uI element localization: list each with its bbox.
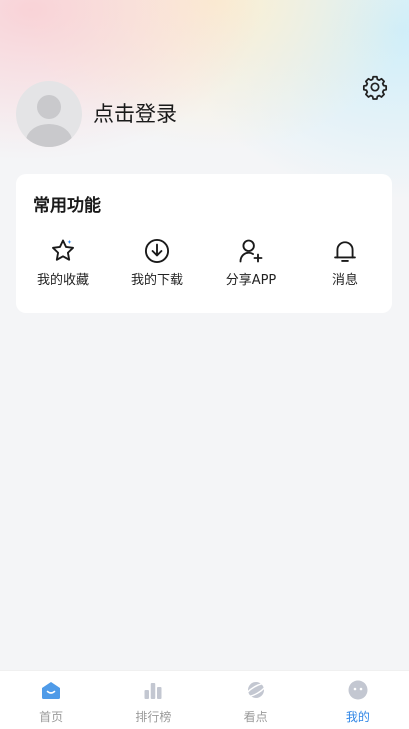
- card-title: 常用功能: [33, 196, 101, 216]
- feature-list: 我的收藏 我的下载 分享APP 消息: [16, 236, 392, 290]
- add-user-icon: [239, 239, 263, 263]
- tab-label: 排行榜: [135, 710, 172, 724]
- settings-button[interactable]: [360, 72, 390, 102]
- bell-icon: [334, 241, 356, 262]
- messages-button[interactable]: 消息: [298, 236, 392, 290]
- tab-highlights[interactable]: 看点: [205, 671, 307, 729]
- bottom-tab-bar: 首页 排行榜 看点 我的: [0, 670, 409, 729]
- share-app-button[interactable]: 分享APP: [204, 236, 298, 290]
- login-link[interactable]: 点击登录: [93, 100, 177, 128]
- feature-label: 分享APP: [225, 273, 277, 288]
- tab-label: 看点: [243, 710, 268, 724]
- face-icon: [348, 680, 368, 700]
- home-icon: [42, 682, 61, 699]
- feature-label: 消息: [331, 273, 358, 288]
- default-avatar-icon: [26, 95, 72, 147]
- avatar[interactable]: [16, 81, 82, 147]
- star-icon: [52, 239, 74, 261]
- common-functions-card: 常用功能 我的收藏 我的下载 分享APP 消息: [16, 174, 392, 313]
- feature-label: 我的下载: [130, 273, 183, 288]
- tab-mine[interactable]: 我的: [307, 671, 409, 729]
- favorites-button[interactable]: 我的收藏: [16, 236, 110, 290]
- downloads-button[interactable]: 我的下载: [110, 236, 204, 290]
- download-icon: [144, 238, 170, 264]
- tab-home[interactable]: 首页: [0, 671, 102, 729]
- gear-icon: [362, 75, 388, 100]
- tab-label: 首页: [39, 710, 64, 724]
- tab-label: 我的: [345, 710, 370, 724]
- bar-chart-icon: [144, 683, 162, 699]
- tab-ranking[interactable]: 排行榜: [102, 671, 204, 729]
- feature-label: 我的收藏: [36, 273, 89, 288]
- planet-icon: [245, 682, 267, 698]
